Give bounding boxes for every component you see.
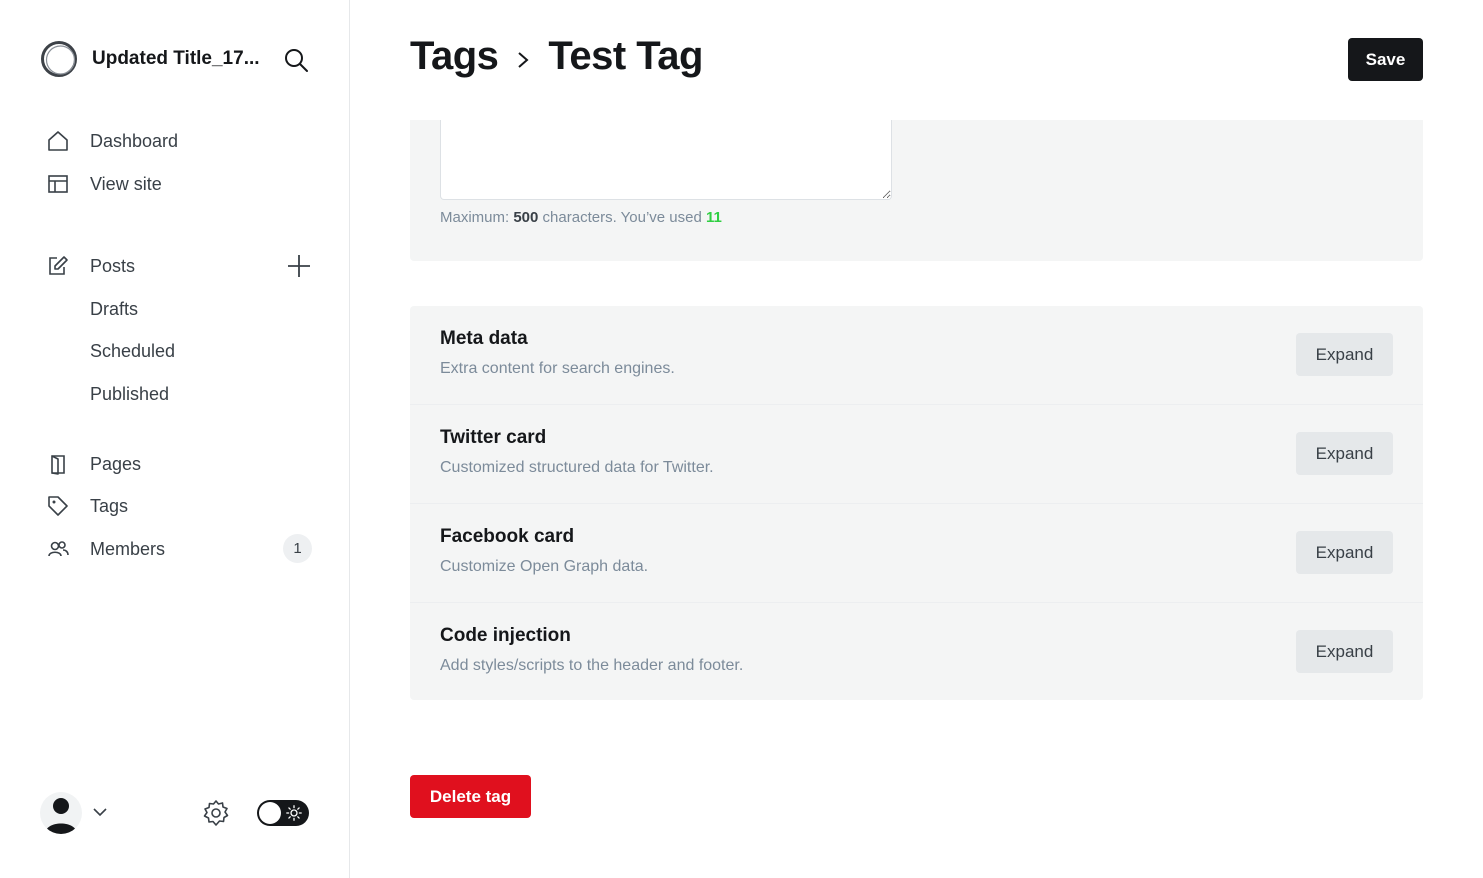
members-icon — [46, 537, 70, 561]
nav-item-tags[interactable]: Tags — [46, 491, 128, 521]
expand-facebook-card-button[interactable]: Expand — [1296, 531, 1393, 574]
site-brand[interactable]: Updated Title_17... — [40, 40, 262, 78]
nav-label-dashboard: Dashboard — [90, 130, 179, 151]
chevron-right-icon — [518, 51, 529, 68]
section-title: Code injection — [440, 625, 571, 646]
section-title: Meta data — [440, 328, 528, 349]
delete-tag-button[interactable]: Delete tag — [410, 775, 531, 818]
section-description: Customized structured data for Twitter. — [440, 459, 714, 476]
layout-icon — [46, 172, 70, 196]
nav-label-view-site: View site — [90, 173, 162, 194]
description-char-hint: Maximum: 500 characters. You’ve used 11 — [440, 209, 722, 226]
site-logo-icon — [41, 41, 77, 77]
nav-item-pages[interactable]: Pages — [46, 449, 141, 479]
expand-meta-data-button[interactable]: Expand — [1296, 333, 1393, 376]
nav-item-view-site[interactable]: View site — [46, 169, 162, 199]
nav-item-published[interactable]: Published — [90, 379, 169, 409]
home-icon — [46, 129, 70, 153]
used-chars: 11 — [706, 209, 722, 226]
section-meta-data: Meta data Extra content for search engin… — [410, 306, 1423, 405]
section-code-injection: Code injection Add styles/scripts to the… — [410, 603, 1423, 702]
page-title: Test Tag — [548, 34, 703, 78]
avatar[interactable] — [40, 792, 82, 834]
nav-item-scheduled[interactable]: Scheduled — [90, 336, 175, 366]
max-chars: 500 — [513, 209, 539, 226]
nav-label-posts: Posts — [90, 255, 136, 276]
sun-icon — [286, 805, 302, 821]
section-description: Customize Open Graph data. — [440, 558, 649, 575]
tag-description-panel: Maximum: 500 characters. You’ve used 11 — [410, 120, 1423, 261]
nav-label-pages: Pages — [90, 453, 142, 474]
tag-settings-sections: Meta data Extra content for search engin… — [410, 306, 1423, 700]
sidebar: Updated Title_17... Dashboard View site … — [0, 0, 350, 878]
section-facebook-card: Facebook card Customize Open Graph data.… — [410, 504, 1423, 603]
section-description: Add styles/scripts to the header and foo… — [440, 657, 744, 674]
chevron-down-icon[interactable] — [92, 804, 108, 820]
hint-middle: characters. You’ve used — [542, 209, 702, 226]
nav-item-posts[interactable]: Posts — [46, 251, 135, 281]
edit-icon — [46, 254, 70, 278]
description-textarea[interactable] — [440, 120, 892, 200]
pages-icon — [46, 452, 70, 476]
site-title: Updated Title_17... — [92, 48, 260, 69]
expand-code-injection-button[interactable]: Expand — [1296, 630, 1393, 673]
hint-prefix: Maximum: — [440, 209, 510, 226]
tag-icon — [46, 494, 70, 518]
nav-item-dashboard[interactable]: Dashboard — [46, 126, 178, 156]
nav-item-members[interactable]: Members — [46, 534, 165, 564]
breadcrumb: Tags Test Tag — [410, 34, 703, 79]
save-button[interactable]: Save — [1348, 38, 1423, 81]
nav-label-members: Members — [90, 538, 166, 559]
search-icon[interactable] — [283, 47, 309, 73]
section-title: Facebook card — [440, 526, 575, 547]
nav-label-tags: Tags — [90, 495, 129, 516]
members-count-badge: 1 — [283, 534, 312, 563]
theme-toggle[interactable] — [257, 800, 309, 826]
gear-icon[interactable] — [202, 799, 230, 827]
expand-twitter-card-button[interactable]: Expand — [1296, 432, 1393, 475]
breadcrumb-tags-link[interactable]: Tags — [410, 34, 499, 79]
section-twitter-card: Twitter card Customized structured data … — [410, 405, 1423, 504]
add-post-icon[interactable] — [286, 253, 312, 279]
user-avatar-icon — [45, 798, 77, 834]
nav-item-drafts[interactable]: Drafts — [90, 294, 138, 324]
toggle-knob — [259, 802, 281, 824]
section-title: Twitter card — [440, 427, 547, 448]
section-description: Extra content for search engines. — [440, 360, 675, 377]
